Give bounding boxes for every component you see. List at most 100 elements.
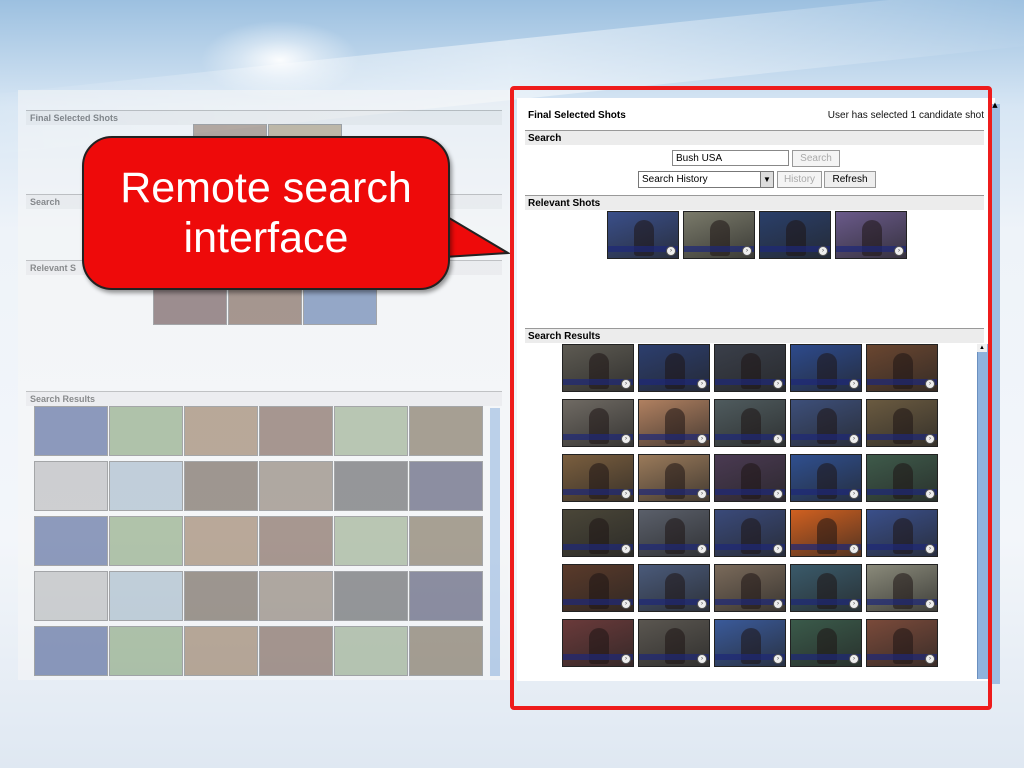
play-icon[interactable]: ›	[697, 599, 707, 609]
play-icon[interactable]: ›	[849, 599, 859, 609]
play-icon[interactable]: ›	[742, 246, 752, 256]
outer-scrollbar[interactable]	[990, 104, 1000, 684]
play-icon[interactable]: ›	[849, 654, 859, 664]
bg-thumb	[109, 626, 183, 676]
play-icon[interactable]: ›	[697, 544, 707, 554]
play-icon[interactable]: ›	[621, 654, 631, 664]
bg-thumb	[409, 406, 483, 456]
video-shot-thumbnail[interactable]: ›	[866, 564, 938, 612]
play-icon[interactable]: ›	[849, 544, 859, 554]
video-shot-thumbnail[interactable]: ›	[638, 344, 710, 392]
search-header: Search	[525, 130, 984, 145]
play-icon[interactable]: ›	[621, 379, 631, 389]
play-icon[interactable]: ›	[894, 246, 904, 256]
video-shot-thumbnail[interactable]: ›	[683, 211, 755, 259]
video-shot-thumbnail[interactable]: ›	[790, 399, 862, 447]
play-icon[interactable]: ›	[697, 654, 707, 664]
play-icon[interactable]: ›	[773, 434, 783, 444]
search-history-value: Search History	[642, 174, 708, 185]
video-shot-thumbnail[interactable]: ›	[638, 454, 710, 502]
refresh-button[interactable]: Refresh	[824, 171, 876, 188]
bg-thumb	[409, 626, 483, 676]
video-shot-thumbnail[interactable]: ›	[866, 509, 938, 557]
outer-scroll-up-icon[interactable]: ▲	[990, 100, 1000, 110]
search-button[interactable]: Search	[792, 150, 840, 167]
video-shot-thumbnail[interactable]: ›	[866, 399, 938, 447]
video-shot-thumbnail[interactable]: ›	[866, 344, 938, 392]
bg-thumb	[334, 571, 408, 621]
relevant-shots-header: Relevant Shots	[525, 195, 984, 210]
video-shot-thumbnail[interactable]: ›	[790, 509, 862, 557]
video-shot-thumbnail[interactable]: ›	[562, 564, 634, 612]
bg-thumb	[109, 406, 183, 456]
video-shot-thumbnail[interactable]: ›	[714, 509, 786, 557]
bg-thumb	[34, 516, 108, 566]
video-shot-thumbnail[interactable]: ›	[866, 454, 938, 502]
play-icon[interactable]: ›	[621, 544, 631, 554]
play-icon[interactable]: ›	[697, 379, 707, 389]
scroll-up-icon[interactable]: ▲	[977, 344, 987, 352]
play-icon[interactable]: ›	[697, 489, 707, 499]
bg-scrollbar	[490, 408, 500, 676]
video-shot-thumbnail[interactable]: ›	[562, 454, 634, 502]
callout-text: Remote search interface	[120, 164, 412, 262]
video-shot-thumbnail[interactable]: ›	[562, 619, 634, 667]
results-scrollbar[interactable]	[977, 344, 988, 679]
video-shot-thumbnail[interactable]: ›	[562, 344, 634, 392]
search-results-header: Search Results	[525, 328, 984, 343]
video-shot-thumbnail[interactable]: ›	[638, 399, 710, 447]
play-icon[interactable]: ›	[925, 489, 935, 499]
play-icon[interactable]: ›	[849, 434, 859, 444]
play-icon[interactable]: ›	[925, 379, 935, 389]
play-icon[interactable]: ›	[849, 379, 859, 389]
history-button[interactable]: History	[777, 171, 822, 188]
video-shot-thumbnail[interactable]: ›	[562, 399, 634, 447]
play-icon[interactable]: ›	[925, 599, 935, 609]
dropdown-arrow-icon: ▼	[760, 172, 773, 187]
bg-thumb	[184, 516, 258, 566]
video-shot-thumbnail[interactable]: ›	[835, 211, 907, 259]
play-icon[interactable]: ›	[666, 246, 676, 256]
video-shot-thumbnail[interactable]: ›	[759, 211, 831, 259]
search-query-input[interactable]: Bush USA	[672, 150, 789, 166]
bg-thumb	[184, 626, 258, 676]
bg-thumb	[259, 406, 333, 456]
video-shot-thumbnail[interactable]: ›	[790, 564, 862, 612]
search-history-select[interactable]: Search History ▼	[638, 171, 774, 188]
video-shot-thumbnail[interactable]: ›	[790, 619, 862, 667]
video-shot-thumbnail[interactable]: ›	[638, 619, 710, 667]
video-shot-thumbnail[interactable]: ›	[638, 509, 710, 557]
background-glow	[200, 20, 360, 100]
play-icon[interactable]: ›	[773, 379, 783, 389]
video-shot-thumbnail[interactable]: ›	[714, 564, 786, 612]
bg-thumb	[334, 626, 408, 676]
bg-thumb	[259, 516, 333, 566]
video-shot-thumbnail[interactable]: ›	[562, 509, 634, 557]
bg-thumb	[409, 461, 483, 511]
play-icon[interactable]: ›	[621, 599, 631, 609]
play-icon[interactable]: ›	[773, 654, 783, 664]
play-icon[interactable]: ›	[773, 599, 783, 609]
video-shot-thumbnail[interactable]: ›	[714, 399, 786, 447]
play-icon[interactable]: ›	[849, 489, 859, 499]
video-shot-thumbnail[interactable]: ›	[714, 619, 786, 667]
play-icon[interactable]: ›	[925, 544, 935, 554]
play-icon[interactable]: ›	[925, 654, 935, 664]
video-shot-thumbnail[interactable]: ›	[790, 344, 862, 392]
play-icon[interactable]: ›	[818, 246, 828, 256]
play-icon[interactable]: ›	[621, 489, 631, 499]
video-shot-thumbnail[interactable]: ›	[638, 564, 710, 612]
play-icon[interactable]: ›	[773, 544, 783, 554]
bg-thumb	[334, 461, 408, 511]
play-icon[interactable]: ›	[925, 434, 935, 444]
video-shot-thumbnail[interactable]: ›	[790, 454, 862, 502]
video-shot-thumbnail[interactable]: ›	[607, 211, 679, 259]
play-icon[interactable]: ›	[773, 489, 783, 499]
video-shot-thumbnail[interactable]: ›	[714, 344, 786, 392]
play-icon[interactable]: ›	[697, 434, 707, 444]
video-shot-thumbnail[interactable]: ›	[866, 619, 938, 667]
play-icon[interactable]: ›	[621, 434, 631, 444]
bg-section-final-selected: Final Selected Shots	[26, 110, 502, 125]
video-shot-thumbnail[interactable]: ›	[714, 454, 786, 502]
callout-bubble: Remote search interface	[82, 136, 450, 290]
